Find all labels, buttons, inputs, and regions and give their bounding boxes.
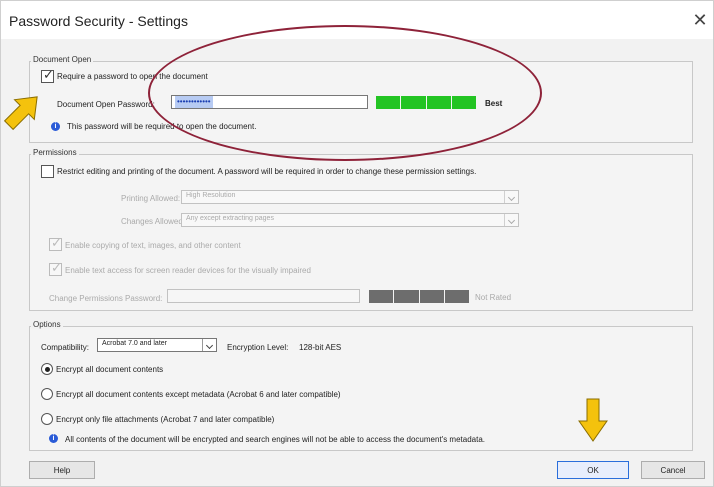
restrict-editing-label: Restrict editing and printing of the doc… [57, 167, 477, 176]
document-open-password-label: Document Open Password: [57, 100, 155, 109]
chevron-down-icon [504, 191, 518, 203]
info-icon: i [49, 434, 58, 443]
enable-copying-label: Enable copying of text, images, and othe… [65, 241, 241, 250]
dialog-title: Password Security - Settings [9, 13, 188, 29]
compatibility-label: Compatibility: [41, 343, 90, 352]
screen-reader-checkbox[interactable]: ✓ [49, 260, 62, 276]
compatibility-value: Acrobat 7.0 and later [102, 340, 167, 347]
close-icon[interactable]: ✕ [691, 11, 709, 29]
printing-allowed-label: Printing Allowed: [121, 194, 181, 203]
help-button[interactable]: Help [29, 461, 95, 479]
checkmark-icon: ✓ [51, 260, 62, 275]
encrypt-except-metadata-label: Encrypt all document contents except met… [56, 390, 341, 399]
options-group-label: Options [31, 320, 63, 329]
cancel-button[interactable]: Cancel [641, 461, 705, 479]
changes-allowed-select[interactable]: Any except extracting pages [181, 213, 519, 227]
chevron-down-icon [202, 339, 216, 351]
encryption-level-label: Encryption Level: [227, 343, 289, 352]
permissions-group-label: Permissions [31, 148, 79, 157]
encrypt-all-label: Encrypt all document contents [56, 365, 164, 374]
info-icon: i [51, 122, 60, 131]
change-permissions-password-label: Change Permissions Password: [49, 294, 163, 303]
document-open-group-label: Document Open [31, 55, 94, 64]
password-security-dialog: Password Security - Settings ✕ Document … [0, 0, 714, 487]
options-info-text: All contents of the document will be enc… [65, 435, 485, 444]
changes-allowed-label: Changes Allowed: [121, 217, 186, 226]
checkmark-icon: ✓ [51, 235, 62, 250]
require-password-checkbox[interactable]: ✓ [41, 67, 54, 83]
arrow-pointer-icon [3, 96, 38, 131]
compatibility-select[interactable]: Acrobat 7.0 and later [97, 338, 217, 352]
restrict-editing-checkbox[interactable] [41, 165, 54, 178]
change-permissions-password-input[interactable] [167, 289, 360, 303]
chevron-down-icon [504, 214, 518, 226]
printing-allowed-select[interactable]: High Resolution [181, 190, 519, 204]
changes-allowed-value: Any except extracting pages [186, 215, 274, 222]
permissions-strength-label: Not Rated [475, 293, 512, 302]
ok-button[interactable]: OK [557, 461, 629, 479]
permissions-strength-meter [369, 290, 469, 303]
encrypt-except-metadata-radio[interactable] [41, 388, 53, 400]
enable-copying-checkbox[interactable]: ✓ [49, 235, 62, 251]
encrypt-attachments-label: Encrypt only file attachments (Acrobat 7… [56, 415, 275, 424]
highlight-ellipse [148, 25, 542, 161]
screen-reader-label: Enable text access for screen reader dev… [65, 266, 311, 275]
arrow-down-icon [578, 398, 608, 442]
printing-allowed-value: High Resolution [186, 192, 236, 199]
encryption-level-value: 128-bit AES [299, 343, 342, 352]
encrypt-all-radio[interactable] [41, 363, 53, 375]
permissions-group [29, 154, 693, 311]
encrypt-attachments-radio[interactable] [41, 413, 53, 425]
checkmark-icon: ✓ [43, 67, 54, 82]
